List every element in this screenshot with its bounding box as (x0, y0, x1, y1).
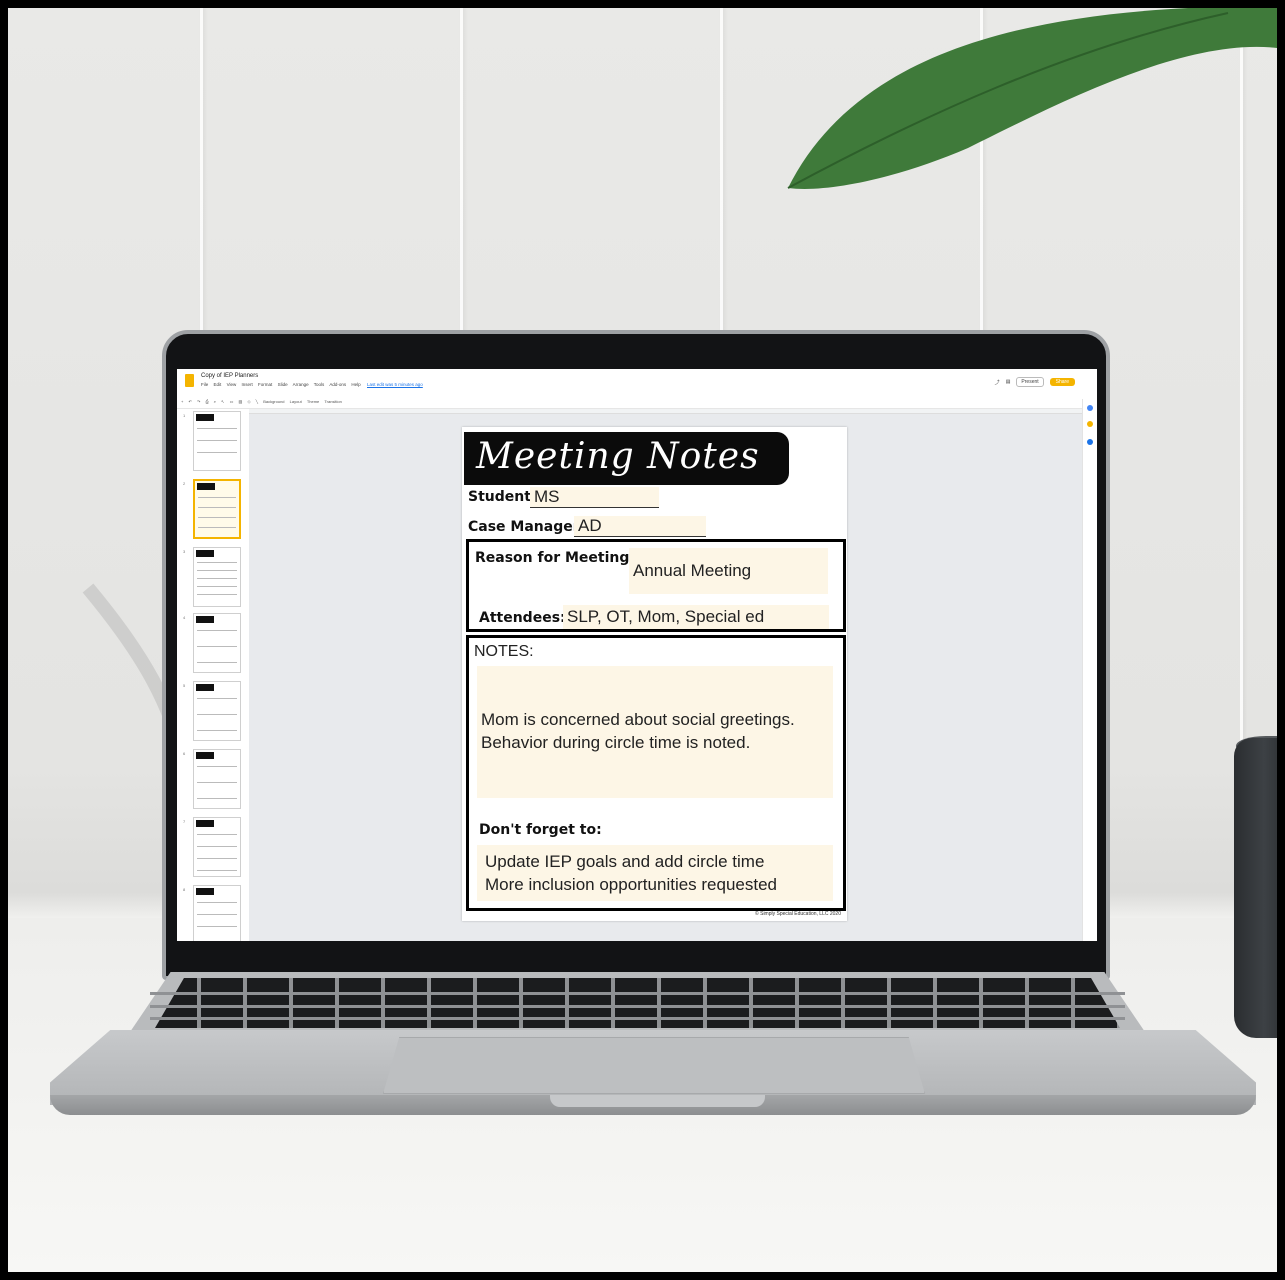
select-icon[interactable]: ↖ (221, 399, 224, 404)
thumb-number: 2 (183, 481, 186, 486)
notes-box: NOTES: Mom is concerned about social gre… (466, 635, 846, 911)
shape-icon[interactable]: ◇ (247, 399, 250, 404)
slide-thumbnail-selected[interactable] (193, 479, 241, 539)
menu-arrange[interactable]: Arrange (293, 382, 309, 387)
student-field[interactable]: MS (530, 487, 659, 508)
activity-icon[interactable]: ⤴ (995, 379, 1000, 386)
reason-box: Reason for Meeting: Annual Meeting Atten… (466, 539, 846, 632)
toolbar-theme[interactable]: Theme (307, 399, 319, 404)
lid-notch (550, 1095, 765, 1107)
case-manager-label: Case Manager: (468, 519, 586, 535)
slide-thumbnail[interactable] (193, 817, 241, 877)
menu-view[interactable]: View (227, 382, 237, 387)
notes-field[interactable]: Mom is concerned about social greetings.… (477, 666, 833, 798)
title-banner: Meeting Notes (464, 432, 789, 485)
dont-forget-line-2: More inclusion opportunities requested (485, 875, 778, 894)
keep-icon[interactable] (1087, 421, 1093, 427)
thumb-number: 5 (183, 683, 186, 688)
menu-edit[interactable]: Edit (214, 382, 222, 387)
menu-slide[interactable]: Slide (278, 382, 288, 387)
document-title[interactable]: Copy of IEP Planners (201, 373, 258, 379)
attendees-label: Attendees: (479, 610, 566, 626)
notes-line-2: Behavior during circle time is noted. (481, 733, 751, 752)
present-button[interactable]: Present (1016, 377, 1044, 387)
share-button[interactable]: Share (1049, 378, 1075, 386)
thumb-number: 7 (183, 819, 186, 824)
app-header: Copy of IEP Planners File Edit View Inse… (177, 369, 1097, 400)
line-icon[interactable]: ╲ (256, 399, 258, 404)
key-row-gap (150, 1017, 1125, 1020)
header-actions: ⤴ ▤ Present Share (995, 377, 1075, 387)
thumb-number: 6 (183, 751, 186, 756)
laptop-screen: Copy of IEP Planners File Edit View Inse… (177, 369, 1097, 941)
toolbar: + ↶ ↷ ⎙ ⌕ ↖ ▭ ▨ ◇ ╲ Background Layout Th… (177, 399, 1097, 409)
keyboard (155, 978, 1120, 1028)
menu-addons[interactable]: Add-ons (329, 382, 346, 387)
thumb-number: 3 (183, 549, 186, 554)
menu-tools[interactable]: Tools (314, 382, 325, 387)
slide-thumbnail[interactable] (193, 411, 241, 471)
slide-thumbnail[interactable] (193, 681, 241, 741)
slides-logo-icon[interactable] (185, 374, 194, 387)
ruler (249, 409, 1097, 414)
last-edit-link[interactable]: Last edit was 5 minutes ago (367, 382, 423, 387)
plant-leaf (787, 8, 1277, 189)
case-manager-field[interactable]: AD (574, 516, 706, 537)
dont-forget-label: Don't forget to: (479, 822, 602, 838)
add-slide-icon[interactable]: + (181, 399, 183, 404)
toolbar-transition[interactable]: Transition (324, 399, 341, 404)
redo-icon[interactable]: ↷ (197, 399, 200, 404)
slide-filmstrip: 1 2 3 4 5 6 7 8 (177, 409, 250, 941)
student-label: Student: (468, 489, 537, 505)
comments-icon[interactable]: ▤ (1006, 379, 1011, 385)
menu-insert[interactable]: Insert (242, 382, 253, 387)
attendees-field[interactable]: SLP, OT, Mom, Special ed (563, 605, 829, 629)
key-row-gap (150, 992, 1125, 995)
thumb-number: 1 (183, 413, 186, 418)
slide-thumbnail[interactable] (193, 547, 241, 607)
calendar-icon[interactable] (1087, 405, 1093, 411)
image-icon[interactable]: ▨ (239, 399, 243, 404)
slide-thumbnail[interactable] (193, 749, 241, 809)
tasks-icon[interactable] (1087, 439, 1093, 445)
thumb-number: 4 (183, 615, 186, 620)
notes-label: NOTES: (474, 643, 534, 660)
dont-forget-line-1: Update IEP goals and add circle time (485, 852, 765, 871)
reason-label: Reason for Meeting: (475, 550, 636, 566)
trackpad (383, 1037, 925, 1094)
menu-file[interactable]: File (201, 382, 208, 387)
toolbar-background[interactable]: Background (263, 399, 284, 404)
textbox-icon[interactable]: ▭ (230, 399, 234, 404)
menu-format[interactable]: Format (258, 382, 272, 387)
slide-title: Meeting Notes (476, 436, 760, 477)
key-row-gap (150, 1005, 1125, 1008)
slide-thumbnail[interactable] (193, 613, 241, 673)
menu-bar: File Edit View Insert Format Slide Arran… (201, 382, 365, 387)
undo-icon[interactable]: ↶ (188, 399, 191, 404)
slide-thumbnail[interactable] (193, 885, 241, 941)
thumb-number: 8 (183, 887, 186, 892)
menu-help[interactable]: Help (351, 382, 360, 387)
notes-line-1: Mom is concerned about social greetings. (481, 710, 795, 729)
print-icon[interactable]: ⎙ (205, 399, 208, 404)
dont-forget-field[interactable]: Update IEP goals and add circle time Mor… (477, 845, 833, 901)
toolbar-layout[interactable]: Layout (290, 399, 302, 404)
reason-field[interactable]: Annual Meeting (629, 548, 828, 594)
zoom-icon[interactable]: ⌕ (214, 399, 216, 404)
slide[interactable]: Meeting Notes Student: MS Case Manager: … (462, 427, 847, 921)
side-panel (1082, 399, 1097, 941)
copyright: © Simply Special Education, LLC 2020 (755, 911, 841, 917)
